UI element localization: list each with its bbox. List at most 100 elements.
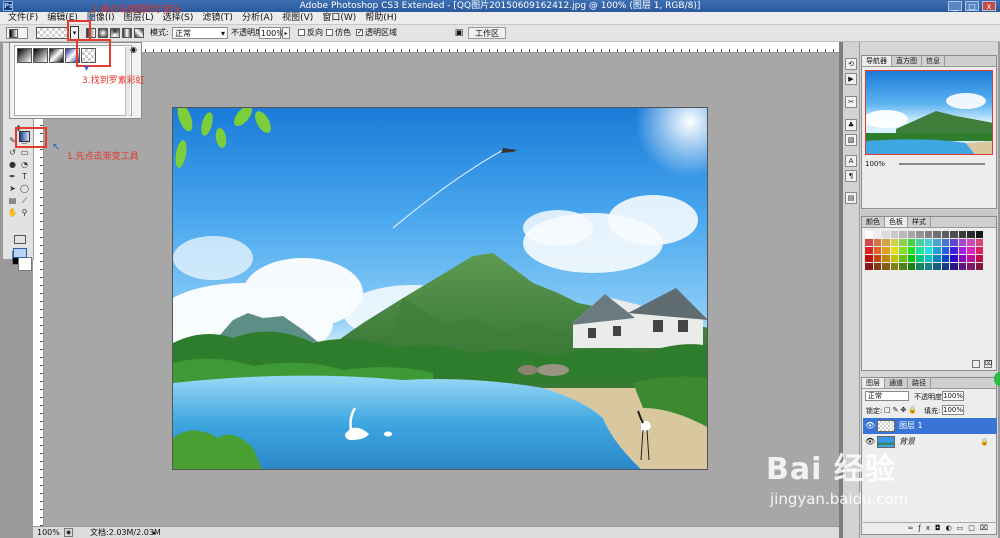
history-brush-icon[interactable]: ↺ [7, 147, 18, 158]
swatch-cell[interactable] [950, 239, 958, 246]
link-layers-icon[interactable]: ∞ [908, 524, 919, 532]
swatch-cell[interactable] [882, 255, 890, 262]
tab-info[interactable]: 信息 [922, 56, 945, 66]
hand-tool-icon[interactable]: ✋ [7, 207, 18, 218]
fill-field[interactable]: 100% [942, 405, 964, 415]
swatch-cell[interactable] [975, 263, 983, 270]
swatch-cell[interactable] [950, 255, 958, 262]
workspace-button[interactable]: 工作区 ▾ [468, 27, 506, 50]
navigator-zoom[interactable]: 100% [865, 160, 885, 168]
swatch-cell[interactable] [975, 231, 983, 238]
swatch-grid[interactable] [865, 231, 983, 271]
swatch-cell[interactable] [933, 255, 941, 262]
reflected-gradient-button[interactable] [122, 28, 132, 38]
pen-tool-icon[interactable]: ✒ [7, 171, 18, 182]
path-select-icon[interactable]: ➤ [7, 183, 18, 194]
swatch-cell[interactable] [941, 239, 949, 246]
navigator-zoom-slider[interactable] [899, 163, 985, 165]
angle-gradient-button[interactable] [110, 28, 120, 38]
swatch-cell[interactable] [975, 255, 983, 262]
layer-comps-icon[interactable]: ▤ [845, 192, 857, 204]
side-widget[interactable] [994, 372, 1000, 386]
swatch-cell[interactable] [958, 255, 966, 262]
tab-histogram[interactable]: 直方图 [892, 56, 922, 66]
swatch-cell[interactable] [899, 255, 907, 262]
swatch-cell[interactable] [907, 263, 915, 270]
tool-preset-picker[interactable] [6, 27, 28, 39]
opacity-slider-arrow[interactable]: ▸ [282, 27, 290, 39]
menu-help[interactable]: 帮助(H) [365, 12, 397, 25]
menu-view[interactable]: 视图(V) [282, 12, 313, 25]
transparency-checkbox[interactable]: ✓ [356, 29, 363, 36]
tab-navigator[interactable]: 导航器 [862, 56, 892, 66]
swatch-cell[interactable] [967, 231, 975, 238]
history-panel-icon[interactable]: ⟲ [845, 58, 857, 70]
actions-panel-icon[interactable]: ▶ [845, 73, 857, 85]
document-image[interactable] [172, 107, 708, 470]
swatch-cell[interactable] [916, 231, 924, 238]
status-menu-arrow[interactable]: ▸ [153, 528, 157, 538]
swatch-cell[interactable] [958, 247, 966, 254]
swatch-cell[interactable] [865, 255, 873, 262]
tab-styles[interactable]: 样式 [908, 217, 931, 227]
swatch-cell[interactable] [941, 231, 949, 238]
swatch-cell[interactable] [899, 263, 907, 270]
swatch-cell[interactable] [958, 263, 966, 270]
swatch-cell[interactable] [890, 239, 898, 246]
brushes-panel-icon[interactable]: ♣ [845, 119, 857, 131]
close-button[interactable]: x [982, 1, 996, 11]
swatch-cell[interactable] [899, 247, 907, 254]
swatch-cell[interactable] [933, 231, 941, 238]
swatch-cell[interactable] [873, 255, 881, 262]
radial-gradient-button[interactable] [98, 28, 108, 38]
swatch-cell[interactable] [873, 239, 881, 246]
workspace-icon[interactable]: ▣ [452, 27, 466, 39]
swatch-cell[interactable] [975, 239, 983, 246]
maximize-button[interactable]: □ [965, 1, 979, 11]
swatch-cell[interactable] [924, 247, 932, 254]
swatch-cell[interactable] [933, 239, 941, 246]
tab-channels[interactable]: 通道 [885, 378, 908, 388]
swatch-cell[interactable] [873, 231, 881, 238]
shape-tool-icon[interactable]: ◯ [19, 183, 30, 194]
layer-row[interactable]: 👁 图层 1 [863, 418, 997, 434]
lock-icons[interactable]: □✎✥🔒 [884, 406, 919, 414]
menu-file[interactable]: 文件(F) [8, 12, 38, 25]
tab-color[interactable]: 颜色 [862, 217, 885, 227]
swatch-cell[interactable] [899, 239, 907, 246]
new-swatch-icon[interactable] [972, 360, 980, 368]
background-color[interactable] [18, 257, 32, 271]
dither-option[interactable]: 仿色 [326, 27, 351, 39]
dodge-tool-icon[interactable]: ● [7, 159, 18, 170]
paragraph-panel-icon[interactable]: ¶ [845, 170, 857, 182]
zoom-tool-icon[interactable]: ⚲ [19, 207, 30, 218]
mode-select[interactable]: 正常 ▾ [172, 27, 228, 39]
swatch-cell[interactable] [865, 263, 873, 270]
picker-menu-icon[interactable]: ◉ [130, 46, 138, 54]
diamond-gradient-button[interactable] [134, 28, 144, 38]
swatch-cell[interactable] [916, 255, 924, 262]
tab-swatches[interactable]: 色板 [885, 217, 908, 227]
swatch-cell[interactable] [882, 263, 890, 270]
reverse-checkbox[interactable] [298, 29, 305, 36]
menu-window[interactable]: 窗口(W) [322, 12, 356, 25]
notes-tool-icon[interactable]: ▤ [7, 195, 18, 206]
blend-mode-select[interactable]: 正常 [865, 391, 909, 401]
swatch-cell[interactable] [882, 231, 890, 238]
menu-analysis[interactable]: 分析(A) [242, 12, 273, 25]
swatch-cell[interactable] [907, 255, 915, 262]
swatch-cell[interactable] [899, 231, 907, 238]
swatch-cell[interactable] [882, 247, 890, 254]
swatch-cell[interactable] [933, 263, 941, 270]
swatch-cell[interactable] [967, 247, 975, 254]
tab-layers[interactable]: 图层 [862, 378, 885, 388]
eyedropper-icon[interactable]: ⟋ [19, 195, 30, 206]
swatch-cell[interactable] [924, 239, 932, 246]
swatch-cell[interactable] [958, 239, 966, 246]
swatch-cell[interactable] [933, 247, 941, 254]
swatch-cell[interactable] [890, 263, 898, 270]
opacity-field[interactable]: 100% [259, 27, 284, 39]
dither-checkbox[interactable] [326, 29, 333, 36]
swatch-cell[interactable] [950, 231, 958, 238]
screen-mode-icon[interactable] [13, 248, 27, 258]
